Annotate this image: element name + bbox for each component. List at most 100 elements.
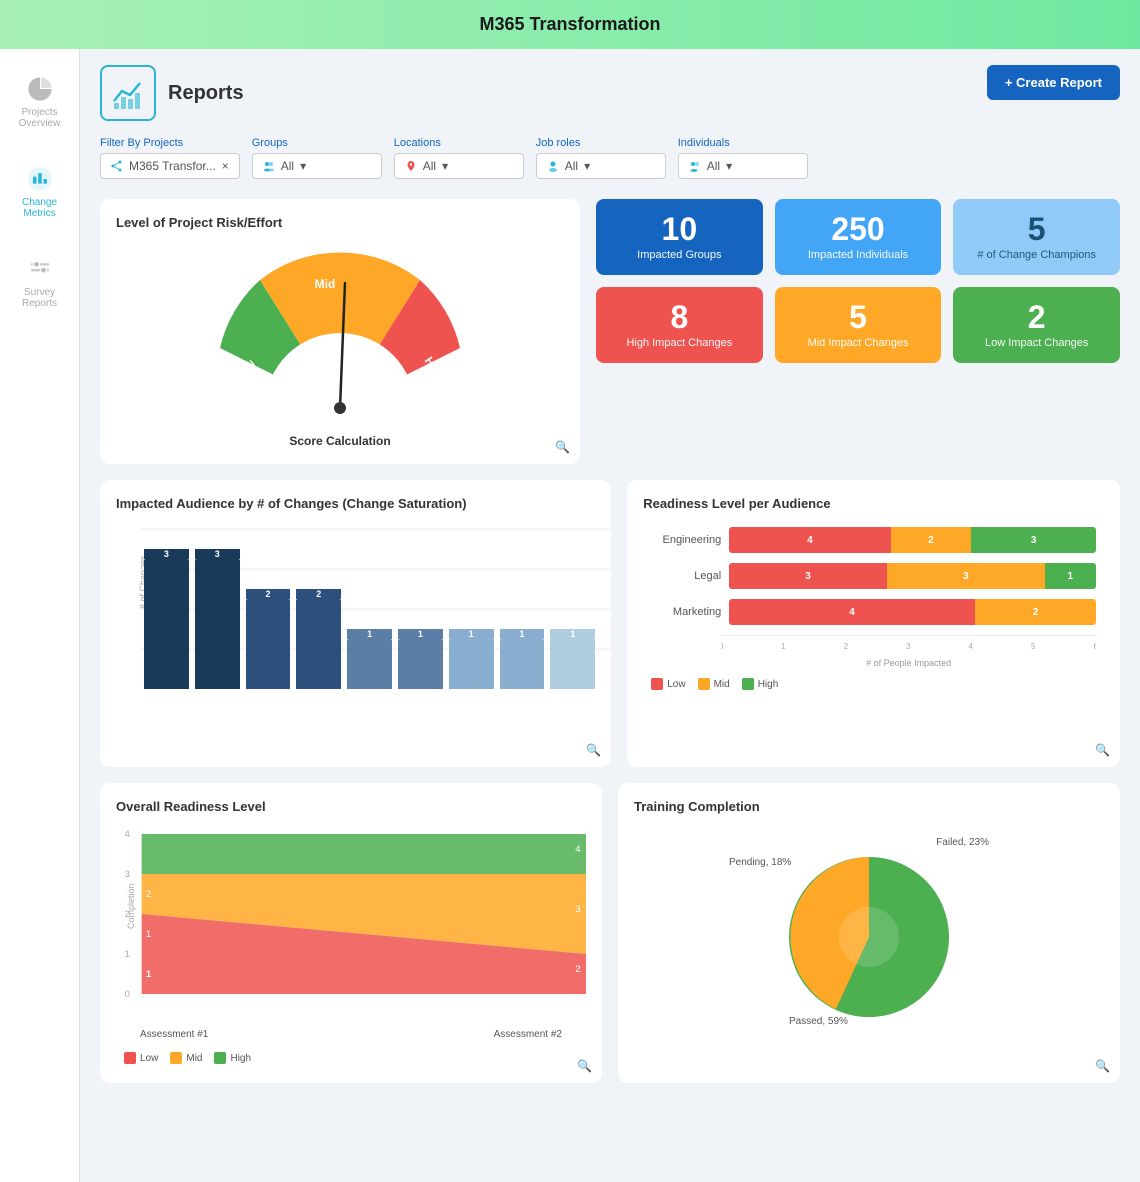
pie-failed-label: Failed, 23% bbox=[936, 837, 989, 848]
training-magnify-icon[interactable]: 🔍 bbox=[1095, 1059, 1110, 1073]
readiness-row-marketing: Marketing 4 2 bbox=[651, 599, 1096, 625]
stat-high-impact-label: High Impact Changes bbox=[626, 337, 732, 349]
readiness-label-legal: Legal bbox=[651, 570, 721, 582]
bar-engineering bbox=[500, 639, 545, 689]
groups-icon bbox=[263, 160, 275, 172]
bar-group-hr: 2 bbox=[246, 589, 291, 689]
filter-groups-select[interactable]: All ▾ bbox=[252, 153, 382, 179]
bar-group-engineering: 1 bbox=[500, 629, 545, 689]
overall-readiness-svg: 4 3 2 1 0 bbox=[116, 822, 586, 1022]
xlabel-hr: HR bbox=[246, 691, 291, 751]
reports-icon-box bbox=[100, 65, 156, 121]
bar-benefits bbox=[398, 639, 443, 689]
xlabel-marketing: Marketing bbox=[550, 691, 595, 751]
reports-title-area: Reports bbox=[100, 65, 244, 121]
stat-impacted-individuals-label: Impacted Individuals bbox=[808, 249, 908, 261]
overall-magnify-icon[interactable]: 🔍 bbox=[577, 1059, 592, 1073]
svg-text:4: 4 bbox=[969, 642, 974, 651]
bar-group-pm: 3 bbox=[195, 549, 240, 689]
top-stat-row: 10 Impacted Groups 250 Impacted Individu… bbox=[596, 199, 1120, 275]
pie-wrap: Failed, 23% Pending, 18% Passed, 59% bbox=[779, 847, 959, 1027]
sidebar-item-projects[interactable]: Projects Overview bbox=[0, 69, 79, 135]
legend-low: Low bbox=[651, 678, 685, 690]
xlabel-research: Research bbox=[296, 691, 341, 751]
readiness-label-marketing: Marketing bbox=[651, 606, 721, 618]
filter-projects-input[interactable]: M365 Transfor... × bbox=[100, 153, 240, 179]
bar-attorney bbox=[449, 639, 494, 689]
audience-magnify-icon[interactable]: 🔍 bbox=[586, 743, 601, 757]
readiness-bars-marketing: 4 2 bbox=[729, 599, 1096, 625]
filter-label-groups: Groups bbox=[252, 137, 382, 149]
pie-passed-label: Passed, 59% bbox=[789, 1016, 848, 1027]
bar-chart-icon bbox=[26, 165, 54, 193]
create-report-button[interactable]: + Create Report bbox=[987, 65, 1120, 100]
seg-marketing-low: 4 bbox=[729, 599, 975, 625]
gauge-label: Score Calculation bbox=[289, 434, 390, 448]
svg-text:5: 5 bbox=[1031, 642, 1036, 651]
chevron-down-icon: ▾ bbox=[726, 159, 732, 173]
sidebar-item-change-metrics[interactable]: Change Metrics bbox=[0, 159, 79, 225]
stat-mid-impact-label: Mid Impact Changes bbox=[808, 337, 909, 349]
training-completion-card: Training Completion bbox=[618, 783, 1120, 1083]
overall-readiness-legend: Low Mid High bbox=[116, 1052, 586, 1064]
seg-engineering-high: 3 bbox=[971, 527, 1096, 553]
reports-icon bbox=[110, 75, 146, 111]
filter-group-individuals: Individuals All ▾ bbox=[678, 137, 808, 179]
filter-label-individuals: Individuals bbox=[678, 137, 808, 149]
chevron-down-icon: ▾ bbox=[442, 159, 448, 173]
filter-individuals-value: All bbox=[707, 159, 720, 173]
seg-legal-low: 3 bbox=[729, 563, 887, 589]
filter-jobroles-select[interactable]: All ▾ bbox=[536, 153, 666, 179]
svg-text:1: 1 bbox=[146, 969, 151, 979]
stat-high-impact-number: 8 bbox=[670, 301, 688, 333]
gauge-magnify-icon[interactable]: 🔍 bbox=[555, 440, 570, 454]
xlabel-legal: Legal bbox=[144, 691, 189, 751]
svg-text:4: 4 bbox=[575, 844, 580, 854]
stat-impacted-individuals: 250 Impacted Individuals bbox=[775, 199, 942, 275]
project-tag-remove[interactable]: × bbox=[222, 159, 229, 173]
stat-impacted-groups: 10 Impacted Groups bbox=[596, 199, 763, 275]
svg-text:4: 4 bbox=[125, 829, 130, 839]
legend-high: High bbox=[742, 678, 779, 690]
stat-impacted-groups-label: Impacted Groups bbox=[637, 249, 721, 261]
sidebar-label-change-metrics: Change Metrics bbox=[6, 197, 73, 219]
header-row: Reports + Create Report bbox=[100, 65, 1120, 121]
chevron-down-icon: ▾ bbox=[300, 159, 306, 173]
pie-svg bbox=[779, 847, 959, 1027]
overall-legend-dot-high bbox=[214, 1052, 226, 1064]
svg-text:3: 3 bbox=[575, 904, 580, 914]
bar-pm bbox=[195, 559, 240, 689]
sidebar-label-projects: Projects Overview bbox=[6, 107, 73, 129]
svg-text:3: 3 bbox=[125, 869, 130, 879]
top-bar: M365 Transformation bbox=[0, 0, 1140, 49]
overall-legend-dot-low bbox=[124, 1052, 136, 1064]
impacted-audience-title: Impacted Audience by # of Changes (Chang… bbox=[116, 496, 595, 511]
readiness-row-engineering: Engineering 4 2 3 bbox=[651, 527, 1096, 553]
svg-text:0: 0 bbox=[721, 642, 724, 651]
sidebar-label-survey: Survey Reports bbox=[6, 287, 73, 309]
readiness-card: Readiness Level per Audience Engineering… bbox=[627, 480, 1120, 767]
sidebar-item-survey[interactable]: Survey Reports bbox=[0, 249, 79, 315]
pie-chart-icon bbox=[26, 75, 54, 103]
seg-legal-high: 1 bbox=[1045, 563, 1096, 589]
overall-readiness-chart: 4 3 2 1 0 bbox=[116, 822, 586, 1025]
readiness-magnify-icon[interactable]: 🔍 bbox=[1095, 743, 1110, 757]
pie-label-failed: Failed, 23% bbox=[936, 837, 989, 848]
filter-individuals-select[interactable]: All ▾ bbox=[678, 153, 808, 179]
stat-low-impact-number: 2 bbox=[1028, 301, 1046, 333]
legend-label-low: Low bbox=[667, 679, 685, 690]
legend-dot-mid bbox=[698, 678, 710, 690]
overall-legend-high: High bbox=[214, 1052, 251, 1064]
stat-low-impact-label: Low Impact Changes bbox=[985, 337, 1088, 349]
seg-engineering-low: 4 bbox=[729, 527, 890, 553]
svg-text:1: 1 bbox=[781, 642, 786, 651]
filter-locations-select[interactable]: All ▾ bbox=[394, 153, 524, 179]
stats-area: 10 Impacted Groups 250 Impacted Individu… bbox=[596, 199, 1120, 464]
overall-readiness-title: Overall Readiness Level bbox=[116, 799, 586, 814]
filter-group-groups: Groups All ▾ bbox=[252, 137, 382, 179]
svg-text:3: 3 bbox=[906, 642, 911, 651]
overall-legend-label-high: High bbox=[230, 1053, 251, 1064]
bar-research bbox=[296, 599, 341, 689]
bar-group-legal: 3 bbox=[144, 549, 189, 689]
create-report-label: + Create Report bbox=[1005, 75, 1102, 90]
